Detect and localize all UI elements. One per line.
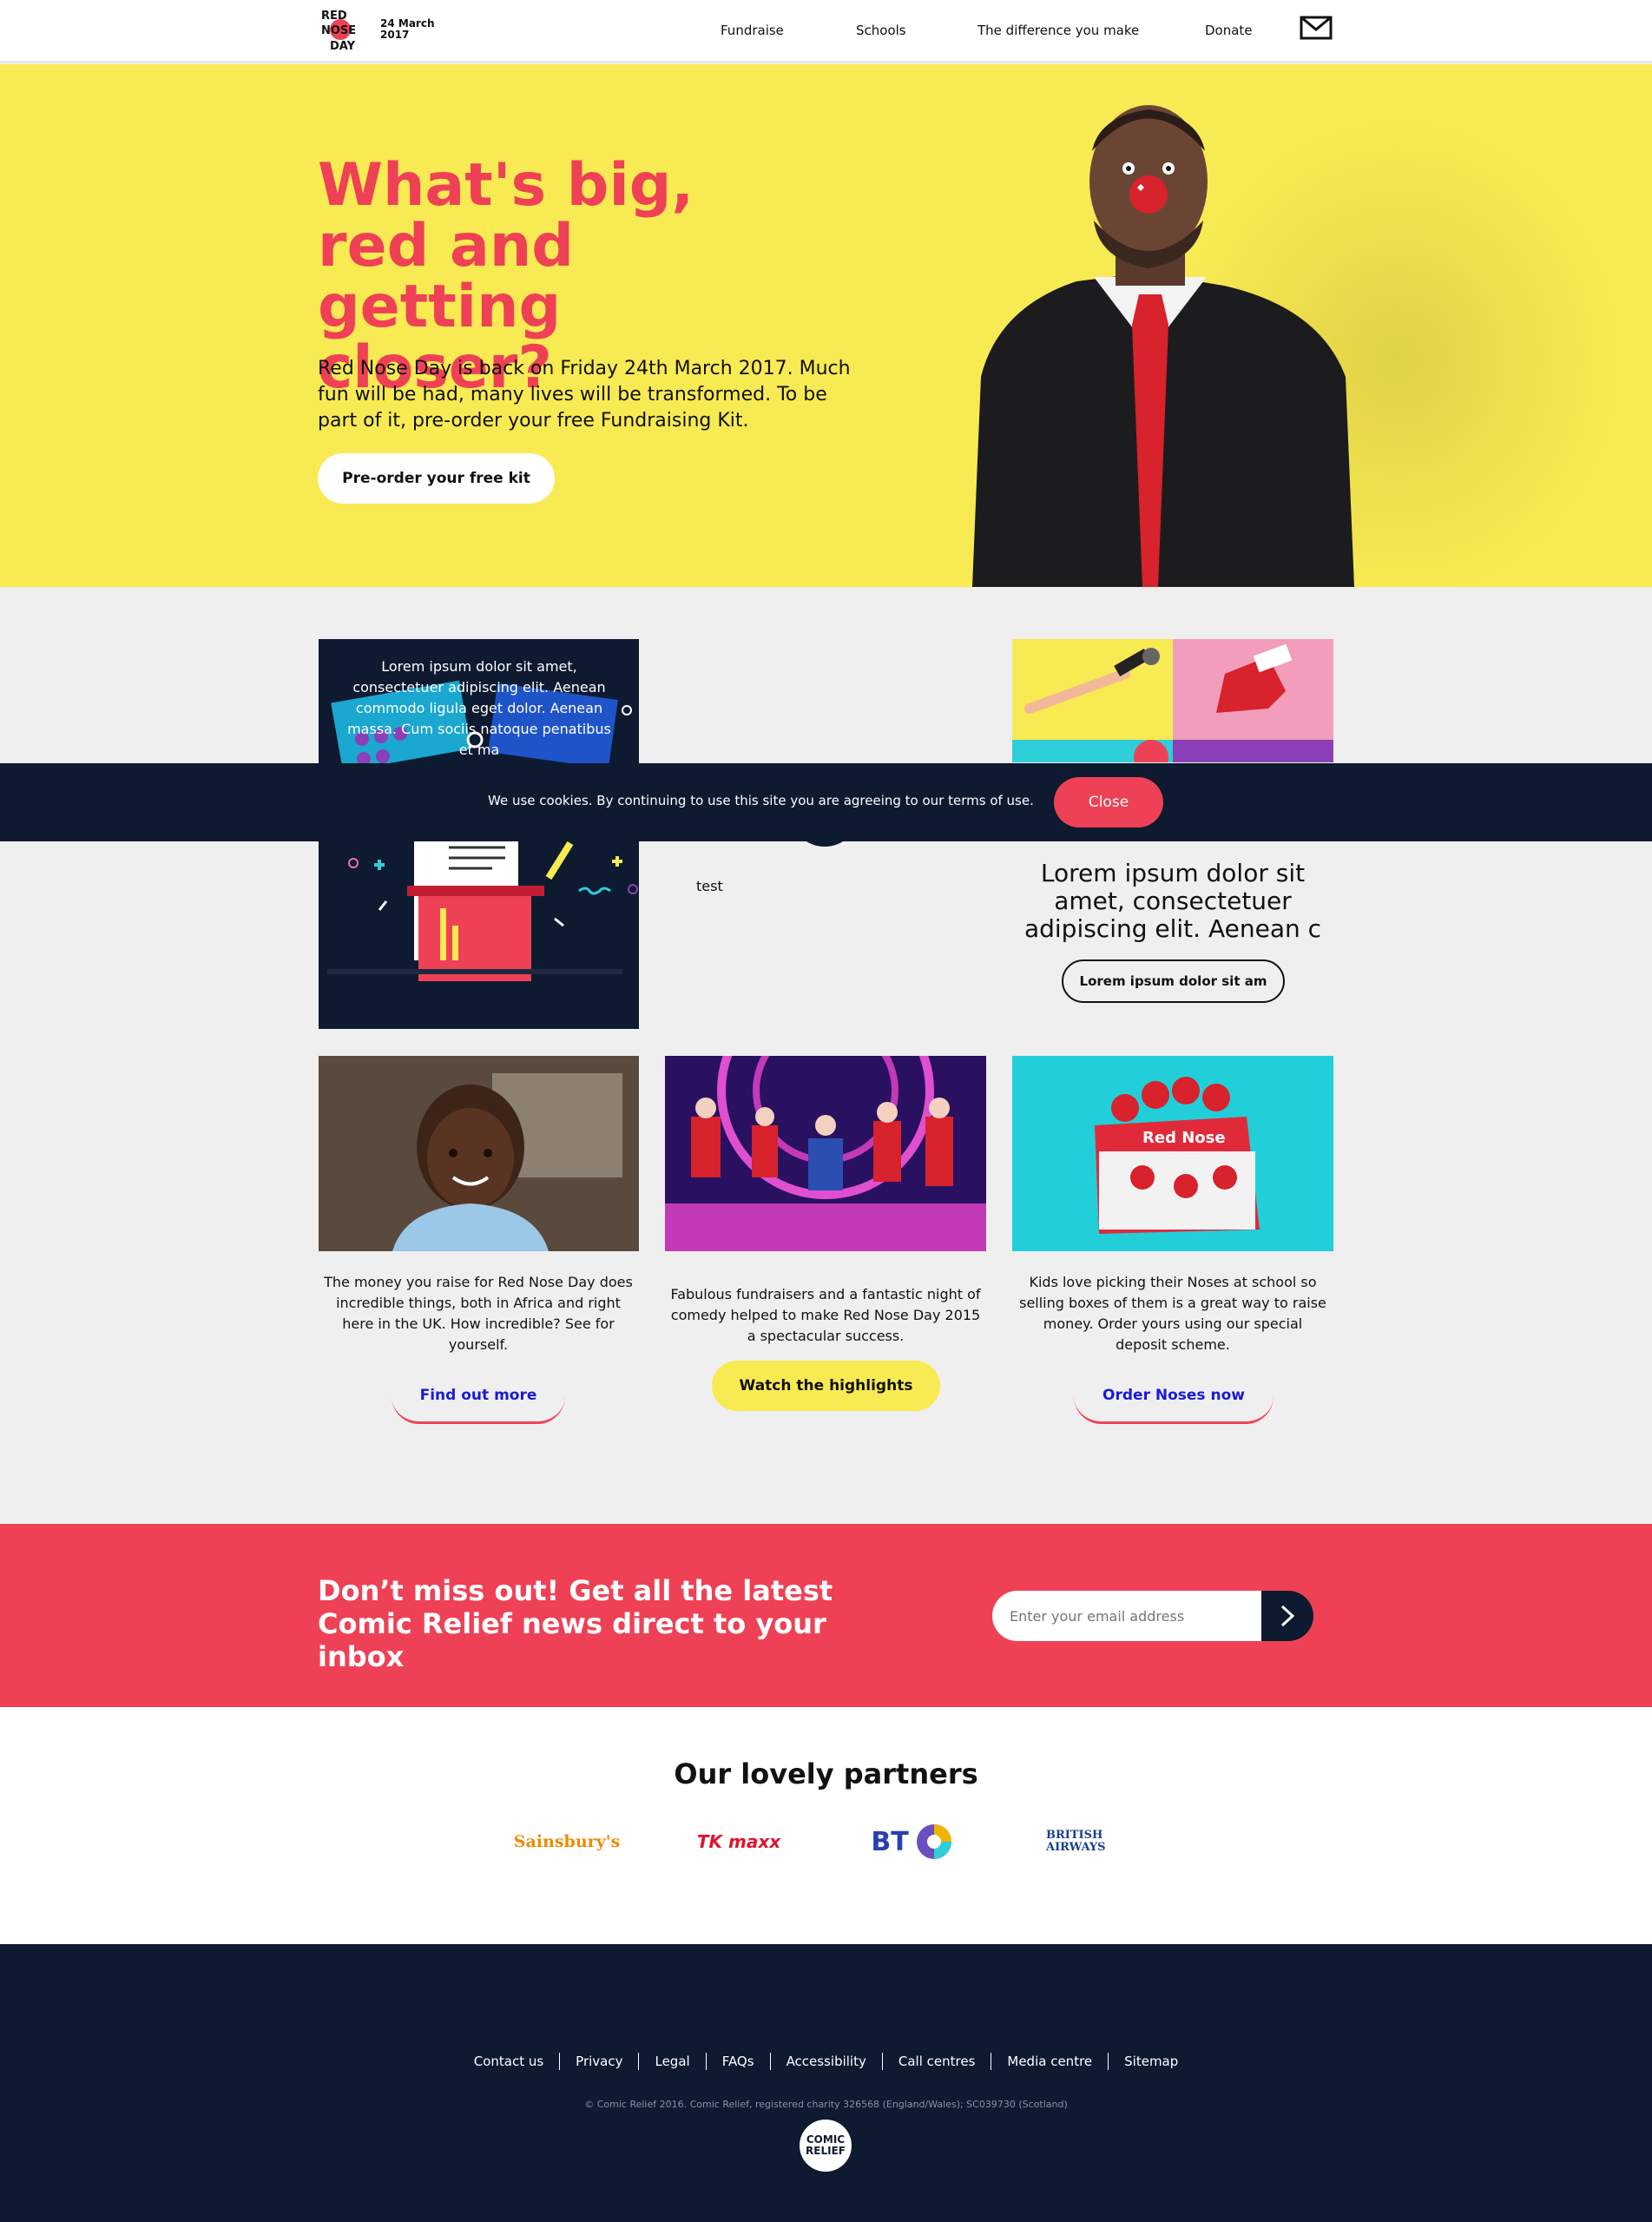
nav-fundraise[interactable]: Fundraise [721,23,784,38]
hero-person-image [946,90,1363,587]
svg-text:Red Nose: Red Nose [1142,1129,1226,1147]
svg-text:DAY: DAY [330,40,356,53]
noses-photo[interactable]: Red Nose [1012,1056,1333,1251]
feature-1-text: The money you raise for Red Nose Day doe… [324,1274,633,1353]
collage-cyan [1012,740,1173,762]
promo-tile-text: Lorem ipsum dolor sit amet, consectetuer… [347,658,611,758]
footer-link-call-centres[interactable]: Call centres [881,2053,991,2070]
bt-logo-text: BT [871,1826,909,1857]
email-input[interactable] [992,1591,1261,1641]
hero-banner: What's big, red and getting closer? Red … [0,64,1652,587]
email-submit-button[interactable] [1261,1591,1313,1641]
feature-2-text: Fabulous fundraisers and a fantastic nig… [670,1286,981,1344]
site-footer: Contact us Privacy Legal FAQs Accessibil… [0,1944,1652,2222]
cookie-bar: We use cookies. By continuing to use thi… [0,763,1652,841]
child-photo[interactable] [319,1056,639,1251]
nav-schools[interactable]: Schools [856,23,906,38]
site-header: RED NOSE DAY 24 March 2017 Fundraise Sch… [0,0,1652,63]
bt-globe-icon [916,1824,951,1859]
comic-relief-logo[interactable]: COMIC RELIEF [800,2120,852,2172]
british-airways-logo[interactable]: BRITISH AIRWAYS [1046,1817,1133,1866]
bt-logo[interactable]: BT [865,1817,960,1866]
footer-link-sitemap[interactable]: Sitemap [1108,2053,1194,2070]
collage-pink [1173,639,1333,740]
watch-highlights-button[interactable]: Watch the highlights [712,1361,940,1411]
partners-section: Our lovely partners Sainsbury's TK maxx … [0,1707,1652,1944]
nav-donate[interactable]: Donate [1205,23,1253,38]
copyright-text: © Comic Relief 2016. Comic Relief, regis… [584,2099,1068,2110]
svg-text:NOSE: NOSE [321,24,356,37]
sainsburys-logo[interactable]: Sainsbury's [514,1817,620,1866]
svg-text:RED: RED [321,10,347,23]
newsletter-title: Don’t miss out! Get all the latest Comic… [318,1574,833,1673]
preorder-kit-button[interactable]: Pre-order your free kit [318,453,555,504]
cookie-close-button[interactable]: Close [1054,777,1163,827]
footer-link-faqs[interactable]: FAQs [705,2053,770,2070]
cookie-text: We use cookies. By continuing to use thi… [488,793,1034,808]
footer-link-contact[interactable]: Contact us [458,2053,559,2070]
comedy-photo[interactable] [665,1056,986,1251]
mail-icon[interactable] [1300,14,1333,42]
footer-link-accessibility[interactable]: Accessibility [769,2053,882,2070]
tkmaxx-logo[interactable]: TK maxx [691,1817,787,1866]
tile3-button[interactable]: Lorem ipsum dolor sit am [1062,959,1285,1003]
hero-text: Red Nose Day is back on Friday 24th Marc… [318,358,851,432]
footer-link-media-centre[interactable]: Media centre [991,2053,1108,2070]
collage-purple [1173,740,1333,762]
nav-difference[interactable]: The difference you make [977,23,1139,38]
newsletter-signup: Don’t miss out! Get all the latest Comic… [0,1524,1652,1707]
footer-links: Contact us Privacy Legal FAQs Accessibil… [0,2053,1652,2070]
partners-title: Our lovely partners [674,1757,978,1790]
feature-3-text: Kids love picking their Noses at school … [1019,1274,1326,1353]
order-noses-button[interactable]: Order Noses now [1074,1368,1274,1424]
tile3-title: Lorem ipsum dolor sit amet, consectetuer… [1023,859,1322,943]
middle-card-text: test [696,878,723,894]
find-out-more-button[interactable]: Find out more [392,1368,565,1424]
footer-link-privacy[interactable]: Privacy [559,2053,638,2070]
logo-date: 24 March 2017 [380,17,435,41]
collage-yellow [1012,639,1173,740]
chevron-right-icon [1280,1605,1295,1627]
footer-link-legal[interactable]: Legal [638,2053,705,2070]
red-nose-day-logo[interactable]: RED NOSE DAY [319,7,372,54]
collage-image[interactable] [1012,639,1333,762]
